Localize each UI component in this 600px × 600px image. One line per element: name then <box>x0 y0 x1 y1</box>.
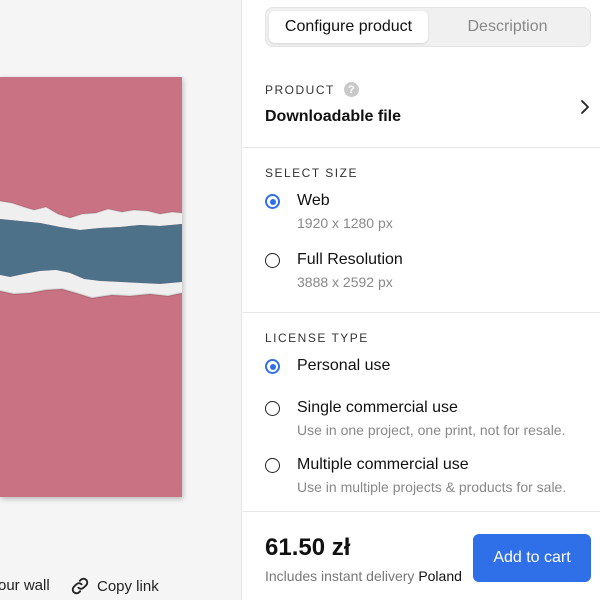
radio-checked[interactable] <box>265 359 280 374</box>
option-title: Single commercial use <box>297 399 458 416</box>
add-to-cart-button[interactable]: Add to cart <box>473 534 591 582</box>
help-icon[interactable]: ? <box>343 82 359 97</box>
checkout-footer: 61.50 zł Includes instant delivery Polan… <box>243 511 600 600</box>
size-section-label: SELECT SIZE <box>265 166 358 180</box>
link-icon <box>71 577 89 595</box>
view-on-wall-link[interactable]: our wall <box>0 577 50 594</box>
configure-panel: Configure product Description PRODUCT ? … <box>243 0 600 600</box>
radio-unchecked[interactable] <box>265 458 280 473</box>
artwork-image[interactable] <box>0 77 182 497</box>
chevron-right-icon <box>581 100 589 114</box>
delivery-text: Includes instant delivery <box>265 568 415 584</box>
product-section-label: PRODUCT <box>265 82 335 97</box>
copy-link-label: Copy link <box>97 577 159 595</box>
product-value: Downloadable file <box>265 108 402 125</box>
option-subtitle: Use in one project, one print, not for r… <box>297 422 566 438</box>
radio-unchecked[interactable] <box>265 253 280 268</box>
option-subtitle: 3888 x 2592 px <box>297 274 393 290</box>
license-section: LICENSE TYPE Personal use Single commerc… <box>243 312 600 511</box>
option-subtitle: 1920 x 1280 px <box>297 215 393 231</box>
license-option-personal[interactable]: Personal use <box>265 357 585 379</box>
delivery-country[interactable]: Poland <box>418 568 462 584</box>
license-section-label: LICENSE TYPE <box>265 331 369 345</box>
option-title: Web <box>297 192 330 209</box>
radio-checked[interactable] <box>265 194 280 209</box>
image-preview-area: our wall Copy link <box>0 0 242 600</box>
license-option-multiple-commercial[interactable]: Multiple commercial use Use in multiple … <box>265 456 585 500</box>
price-value: 61.50 zł <box>265 534 351 561</box>
copy-link-button[interactable]: Copy link <box>70 576 159 596</box>
tab-configure-product[interactable]: Configure product <box>269 11 428 43</box>
delivery-info: Includes instant delivery Poland <box>265 568 462 584</box>
radio-unchecked[interactable] <box>265 401 280 416</box>
preview-actions: our wall Copy link <box>0 576 242 596</box>
product-selector[interactable]: PRODUCT ? Downloadable file <box>243 70 600 146</box>
size-option-full-resolution[interactable]: Full Resolution 3888 x 2592 px <box>265 251 585 295</box>
option-subtitle: Use in multiple projects & products for … <box>297 479 567 495</box>
tab-bar: Configure product Description <box>265 7 591 47</box>
size-option-web[interactable]: Web 1920 x 1280 px <box>265 192 585 236</box>
tab-description[interactable]: Description <box>428 11 587 43</box>
size-section: SELECT SIZE Web 1920 x 1280 px Full Reso… <box>243 147 600 312</box>
option-title: Personal use <box>297 357 391 374</box>
option-title: Multiple commercial use <box>297 456 469 473</box>
license-option-single-commercial[interactable]: Single commercial use Use in one project… <box>265 399 585 443</box>
option-title: Full Resolution <box>297 251 403 268</box>
torn-paper-artwork <box>0 77 182 497</box>
